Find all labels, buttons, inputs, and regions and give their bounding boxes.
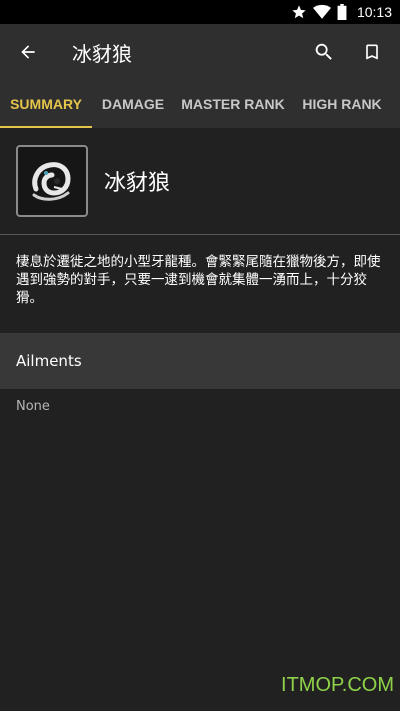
tab-high-rank-label: HIGH RANK [302, 96, 382, 112]
tab-master-rank-label: MASTER RANK [181, 96, 285, 112]
ailments-title: Ailments [16, 352, 82, 370]
tab-bar: SUMMARY DAMAGE MASTER RANK HIGH RANK [0, 80, 400, 128]
bookmark-button[interactable] [348, 28, 396, 76]
back-arrow-icon [21, 45, 35, 59]
search-icon [315, 43, 332, 60]
monster-header: 冰豺狼 [0, 128, 400, 234]
tab-damage[interactable]: DAMAGE [92, 80, 174, 128]
tab-high-rank[interactable]: HIGH RANK [292, 80, 392, 128]
status-bar: 10:13 [0, 0, 400, 24]
app-bar: 冰豺狼 [0, 24, 400, 80]
tab-summary[interactable]: SUMMARY [0, 80, 92, 128]
status-icons: 10:13 [291, 0, 392, 24]
status-time: 10:13 [356, 4, 392, 20]
watermark: ITMOP.COM [281, 674, 394, 696]
ailments-value: None [16, 399, 50, 414]
ailments-header: Ailments [0, 333, 400, 389]
monster-icon [16, 145, 88, 217]
wifi-icon [312, 4, 331, 19]
wolf-emblem-icon [32, 162, 71, 201]
battery-icon [337, 4, 347, 20]
app-actions [300, 24, 396, 80]
bookmark-icon [366, 44, 378, 60]
monster-description: 棲息於遷徙之地的小型牙龍種。會緊緊尾隨在獵物後方，即使遇到強勢的對手，只要一逮到… [16, 254, 381, 306]
tab-summary-label: SUMMARY [10, 96, 82, 112]
star-icon [292, 5, 306, 19]
page-title: 冰豺狼 [72, 41, 132, 66]
monster-name: 冰豺狼 [104, 171, 171, 196]
search-button[interactable] [300, 28, 348, 76]
back-button[interactable] [0, 24, 56, 80]
tab-damage-label: DAMAGE [101, 96, 165, 112]
ailments-body: None [0, 389, 400, 424]
tab-master-rank[interactable]: MASTER RANK [174, 80, 292, 128]
